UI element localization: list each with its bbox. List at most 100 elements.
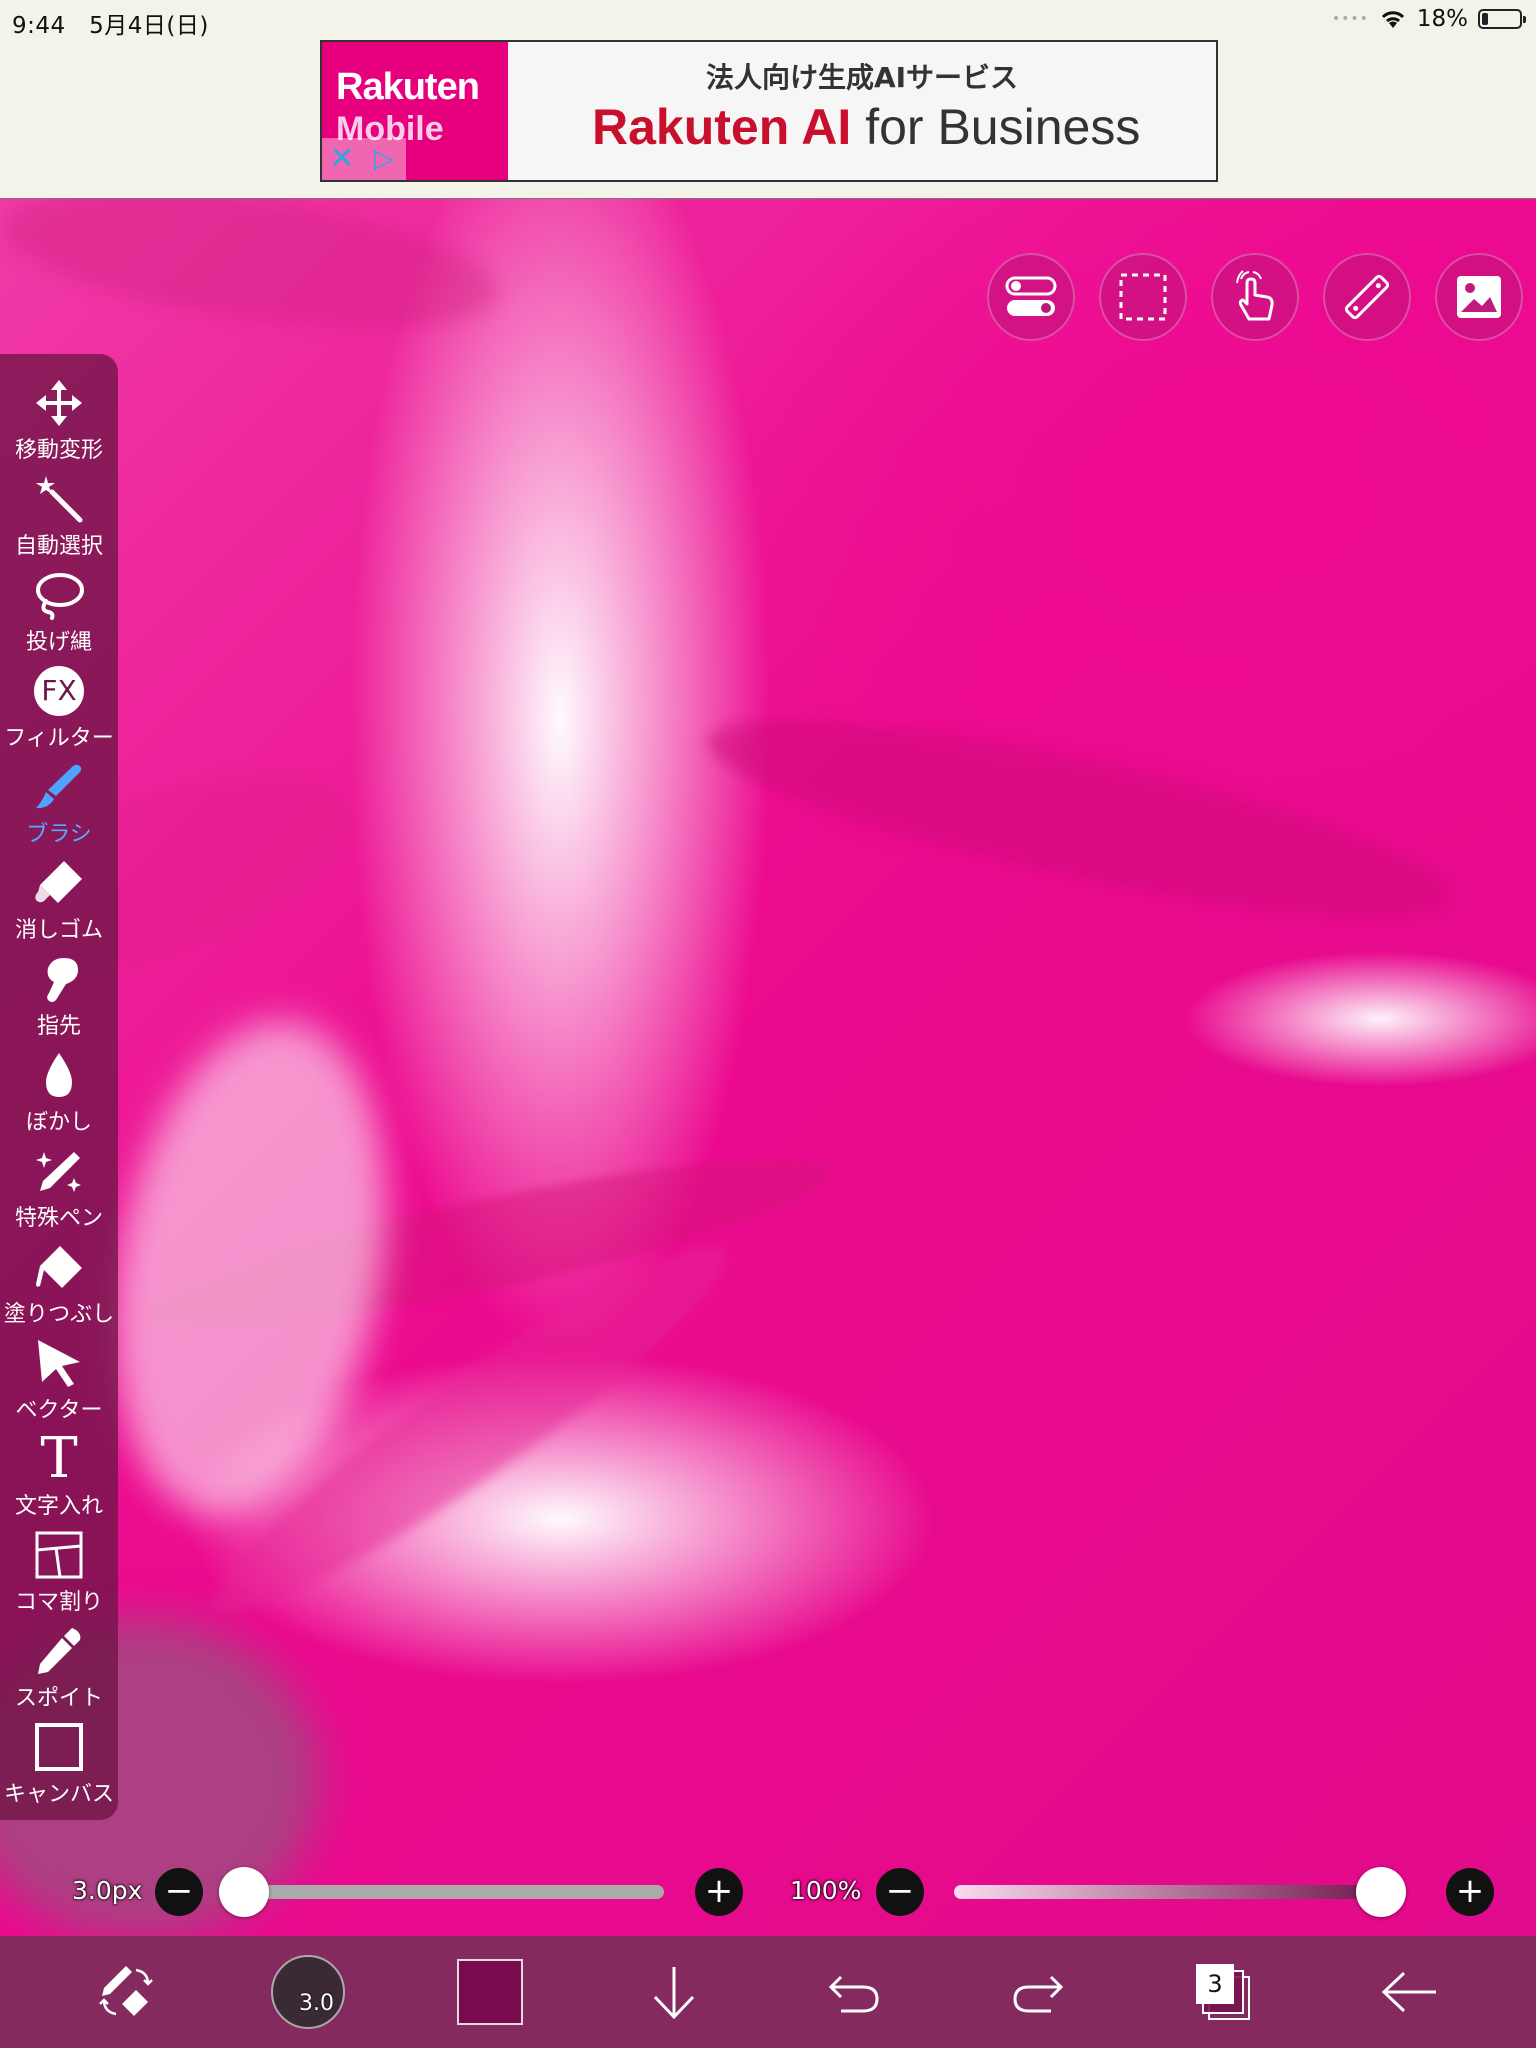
tool-finger[interactable]: 指先 — [0, 952, 118, 1048]
drop-blur-icon — [46, 1053, 72, 1097]
tool-fill[interactable]: 塗りつぶし — [0, 1240, 118, 1336]
tool-sidebar: 移動変形 自動選択 投げ縄 FX フィルター ブラシ 消しゴム 指先 ぼかし 特… — [0, 354, 118, 1820]
tool-label: 特殊ペン — [14, 1206, 103, 1231]
tool-label: 投げ縄 — [25, 630, 92, 655]
layer-count: 3 — [1196, 1964, 1234, 2004]
ad-banner[interactable]: Rakuten Mobile 法人向け生成AIサービス Rakuten AI f… — [320, 40, 1218, 182]
status-date: 5月4日(日) — [89, 13, 209, 39]
undo-button[interactable] — [820, 1958, 888, 2026]
back-button[interactable] — [1372, 1958, 1448, 2026]
hand-pointer-icon — [1236, 270, 1274, 321]
arrow-down-icon — [653, 1967, 695, 2020]
ad-headline: Rakuten AI for Business — [592, 99, 1141, 155]
layers-button[interactable]: 3 — [1186, 1958, 1262, 2026]
tool-text[interactable]: T 文字入れ — [0, 1426, 118, 1528]
dashed-rectangle-icon — [1119, 273, 1167, 321]
tool-brush[interactable]: ブラシ — [0, 760, 118, 856]
tool-filter[interactable]: FX フィルター — [0, 664, 118, 760]
brush-size-track — [236, 1885, 664, 1899]
brush-size-knob[interactable] — [218, 1867, 269, 1917]
tool-label: 自動選択 — [14, 534, 103, 559]
redo-icon — [1013, 1975, 1064, 2013]
drawing-canvas[interactable] — [0, 199, 1536, 1936]
fx-icon: FX — [34, 666, 84, 716]
wifi-icon — [1381, 11, 1404, 28]
brush-icon — [36, 764, 82, 809]
tool-label: ベクター — [15, 1398, 103, 1423]
battery-icon — [1478, 9, 1526, 29]
tool-label: コマ割り — [14, 1590, 103, 1615]
brush-size-preview-button[interactable]: 3.0 — [270, 1955, 346, 2029]
adchoices-icon[interactable]: ▷ — [362, 138, 406, 180]
magic-wand-icon — [36, 476, 83, 523]
tool-label: フィルター — [4, 726, 114, 751]
image-icon — [1457, 276, 1501, 318]
close-icon[interactable]: ✕ — [322, 138, 362, 180]
tool-eyedropper[interactable]: スポイト — [0, 1624, 118, 1720]
brush-preview: 3.0 — [271, 1955, 345, 2029]
status-bar: 9:44 5月4日(日) •••• 18% — [0, 0, 1536, 40]
opacity-increase-button[interactable]: + — [1446, 1868, 1494, 1916]
sparkle-pen-icon — [36, 1152, 81, 1192]
fill-bucket-icon — [36, 1246, 82, 1288]
tool-auto-select[interactable]: 自動選択 — [0, 472, 118, 568]
tool-panel-divide[interactable]: コマ割り — [0, 1528, 118, 1624]
tool-move-transform[interactable]: 移動変形 — [0, 376, 118, 472]
battery-percent: 18% — [1416, 6, 1468, 32]
brush-size-slider[interactable] — [218, 1867, 664, 1917]
tool-label: 消しゴム — [14, 918, 103, 943]
toggle-settings-button[interactable] — [987, 253, 1075, 341]
ruler-button[interactable] — [1323, 253, 1411, 341]
bottom-toolbar: 3.0 3 — [0, 1936, 1536, 2048]
ruler-icon — [1344, 274, 1390, 320]
vector-arrow-icon — [38, 1340, 80, 1387]
redo-button[interactable] — [1004, 1958, 1072, 2026]
brush-preview-size: 3.0 — [299, 1991, 334, 2016]
undo-icon — [828, 1975, 879, 2013]
layer-down-button[interactable] — [640, 1958, 708, 2026]
text-icon: T — [40, 1426, 78, 1491]
tool-label: 文字入れ — [14, 1494, 103, 1519]
tool-vector[interactable]: ベクター — [0, 1336, 118, 1432]
selection-button[interactable] — [1099, 253, 1187, 341]
opacity-slider[interactable] — [954, 1867, 1406, 1917]
tool-label: キャンバス — [3, 1782, 114, 1807]
panel-layout-icon — [35, 1531, 83, 1579]
brush-size-increase-button[interactable]: + — [695, 1868, 743, 1916]
tool-blur[interactable]: ぼかし — [0, 1048, 118, 1144]
color-button[interactable] — [456, 1958, 524, 2026]
lasso-icon — [36, 573, 84, 620]
opacity-track — [954, 1885, 1404, 1899]
eyedropper-icon — [38, 1628, 81, 1674]
tool-lasso[interactable]: 投げ縄 — [0, 568, 118, 664]
opacity-value: 100% — [790, 1876, 862, 1905]
brush-size-decrease-button[interactable]: − — [155, 1868, 203, 1916]
tool-label: スポイト — [14, 1686, 103, 1711]
toggle-icon — [1005, 276, 1057, 316]
tool-label: 指先 — [36, 1014, 81, 1039]
tool-label: 塗りつぶし — [3, 1302, 115, 1327]
canvas-icon — [35, 1723, 83, 1771]
finger-smudge-icon — [47, 958, 78, 1002]
tool-label: ぼかし — [25, 1110, 92, 1135]
tool-special-pen[interactable]: 特殊ペン — [0, 1144, 118, 1240]
status-time: 9:44 5月4日(日) — [12, 13, 209, 39]
layers-icon: 3 — [1196, 1964, 1252, 2020]
current-color-swatch — [457, 1959, 523, 2025]
ad-subtitle: 法人向け生成AIサービス — [705, 61, 1019, 94]
ad-banner-area: Rakuten Mobile 法人向け生成AIサービス Rakuten AI f… — [0, 40, 1536, 200]
eraser-icon — [35, 861, 82, 903]
tool-eraser[interactable]: 消しゴム — [0, 856, 118, 952]
tool-label: 移動変形 — [14, 438, 103, 463]
pen-eraser-swap-icon — [99, 1966, 153, 2016]
opacity-knob[interactable] — [1356, 1867, 1406, 1917]
tool-canvas[interactable]: キャンバス — [0, 1720, 118, 1816]
arrow-left-icon — [1381, 1971, 1436, 2013]
touch-gesture-button[interactable] — [1211, 253, 1299, 341]
ad-content: 法人向け生成AIサービス Rakuten AI for Business — [508, 42, 1216, 180]
ad-brand-name: Rakuten — [336, 66, 480, 108]
move-arrows-icon — [36, 380, 82, 426]
pen-eraser-swap-button[interactable] — [92, 1958, 160, 2026]
opacity-decrease-button[interactable]: − — [876, 1868, 924, 1916]
material-button[interactable] — [1435, 253, 1523, 341]
